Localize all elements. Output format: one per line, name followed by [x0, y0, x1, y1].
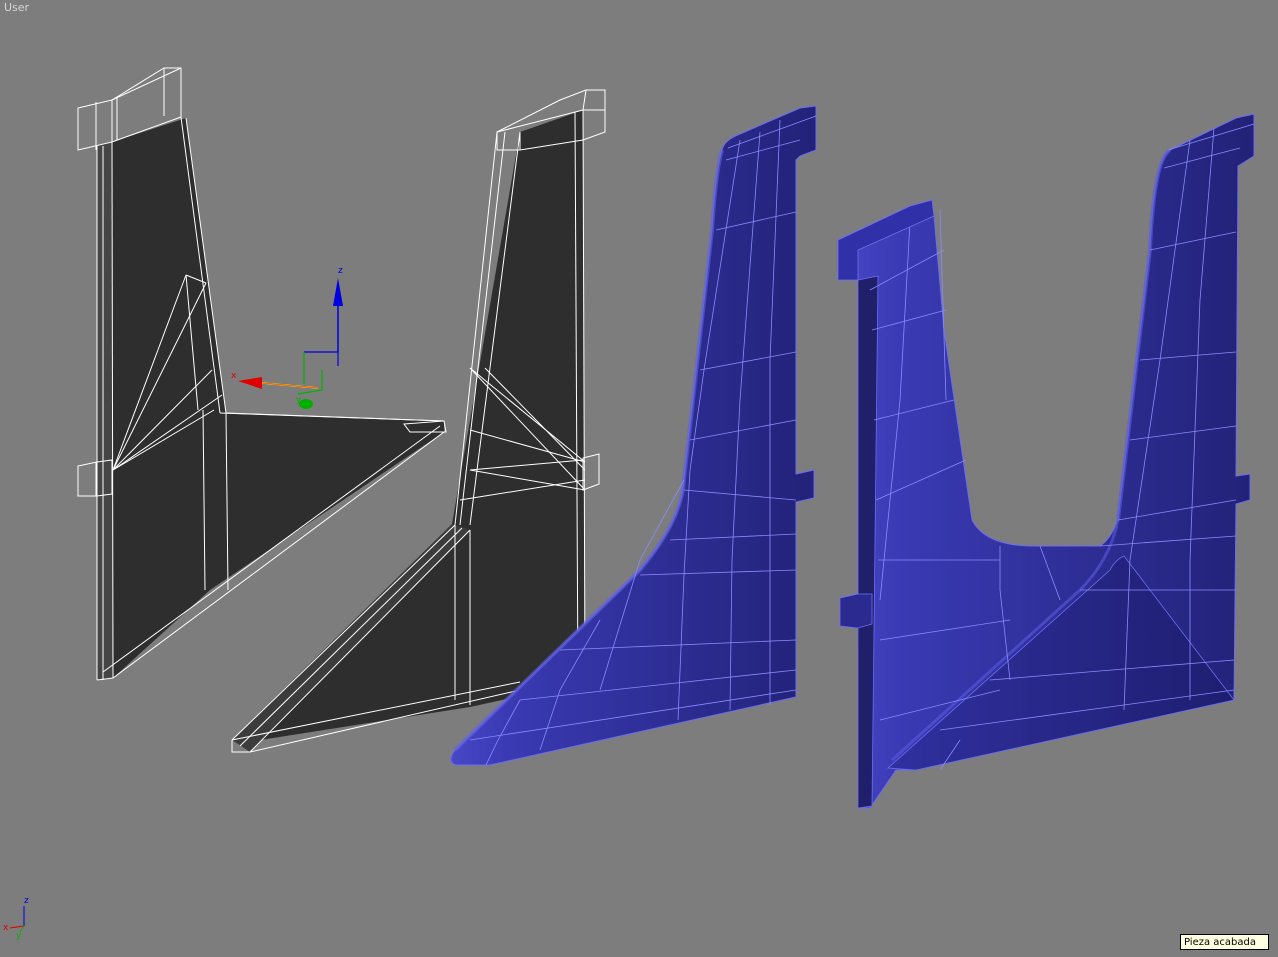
viewport[interactable]: User z x y z x y Pieza acabada: [0, 0, 1278, 957]
tripod-x-label: x: [3, 923, 9, 933]
tripod-y-label: y: [16, 931, 22, 941]
mesh-piece-smoothed-right[interactable]: [837, 113, 1255, 809]
axis-tripod-icon: z x y: [3, 896, 29, 941]
gizmo-z-label: z: [338, 266, 343, 276]
tripod-z-label: z: [24, 896, 29, 906]
transform-gizmo-icon[interactable]: z x y: [231, 266, 343, 409]
gizmo-x-label: x: [231, 371, 237, 381]
object-name-tooltip: Pieza acabada: [1180, 934, 1269, 950]
gizmo-y-label: y: [296, 395, 302, 405]
